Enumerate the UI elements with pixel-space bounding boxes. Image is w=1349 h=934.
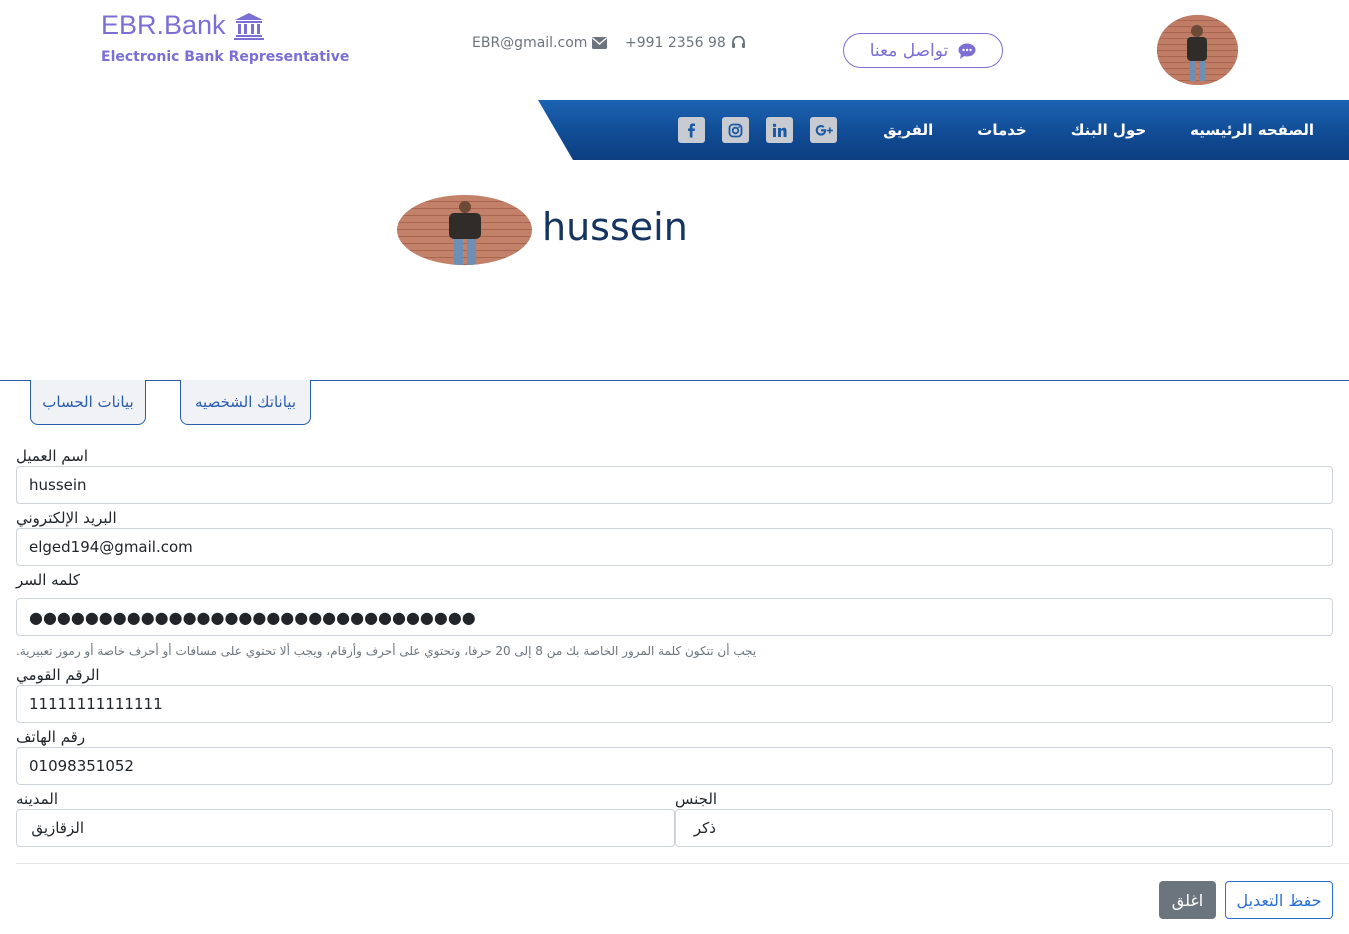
nav-item-home[interactable]: الصفحه الرئيسيه bbox=[1190, 121, 1314, 139]
email-input[interactable]: elged194@gmail.com bbox=[16, 528, 1333, 566]
contact-us-label: تواصل معنا bbox=[869, 40, 949, 61]
form-footer-divider bbox=[16, 863, 1349, 864]
profile-name: hussein bbox=[542, 205, 688, 249]
city-label: المدينه bbox=[16, 790, 59, 808]
city-select[interactable]: الزقازيق bbox=[16, 809, 675, 847]
tab-personal-data[interactable]: بياناتك الشخصيه bbox=[180, 380, 311, 425]
city-select-value: الزقازيق bbox=[31, 819, 84, 837]
nav-item-about[interactable]: حول البنك bbox=[1071, 121, 1146, 139]
nav-item-team[interactable]: الفريق bbox=[883, 121, 933, 139]
brand-subtitle: Electronic Bank Representative bbox=[101, 49, 350, 65]
linkedin-icon[interactable] bbox=[766, 117, 793, 143]
user-avatar[interactable] bbox=[1157, 15, 1238, 85]
gender-label: الجنس bbox=[675, 790, 718, 808]
save-changes-button[interactable]: حفظ التعديل bbox=[1225, 881, 1333, 919]
password-label: كلمه السر bbox=[16, 571, 80, 589]
brand-name: EBR.Bank bbox=[101, 10, 226, 40]
profile-photo bbox=[397, 195, 532, 265]
contact-us-button[interactable]: تواصل معنا bbox=[843, 33, 1003, 68]
customer-name-label: اسم العميل bbox=[16, 447, 89, 465]
brand-name-row: EBR.Bank bbox=[101, 10, 349, 41]
header-email-text: EBR@gmail.com bbox=[472, 35, 588, 51]
tab-account-data[interactable]: بيانات الحساب bbox=[30, 380, 146, 425]
google-plus-icon[interactable] bbox=[810, 117, 837, 143]
gender-select-value: ذكر bbox=[693, 819, 716, 837]
customer-name-input[interactable]: hussein bbox=[16, 466, 1333, 504]
headset-icon bbox=[731, 36, 745, 48]
bank-icon bbox=[233, 12, 264, 40]
gender-select[interactable]: ذكر bbox=[675, 809, 1333, 847]
phone-input[interactable]: 01098351052 bbox=[16, 747, 1333, 785]
header-email[interactable]: EBR@gmail.com bbox=[472, 35, 608, 51]
chat-bubble-icon bbox=[958, 43, 976, 59]
social-links bbox=[678, 117, 837, 143]
national-id-input[interactable]: 11111111111111 bbox=[16, 685, 1333, 723]
envelope-icon bbox=[592, 37, 608, 49]
profile-avatar bbox=[397, 195, 532, 265]
brand-logo[interactable]: EBR.Bank Electronic Bank Representative bbox=[101, 10, 349, 65]
header-phone-text: +991 2356 98 bbox=[625, 35, 726, 51]
nav-menu: الصفحه الرئيسيه حول البنك خدمات الفريق bbox=[839, 100, 1314, 160]
instagram-icon[interactable] bbox=[722, 117, 749, 143]
main-navbar: الصفحه الرئيسيه حول البنك خدمات الفريق bbox=[538, 100, 1349, 160]
close-button[interactable]: اغلق bbox=[1159, 881, 1216, 919]
phone-label: رقم الهاتف bbox=[16, 728, 86, 746]
national-id-label: الرقم القومي bbox=[16, 666, 100, 684]
password-input[interactable]: ●●●●●●●●●●●●●●●●●●●●●●●●●●●●●●●● bbox=[16, 598, 1333, 636]
nav-item-services[interactable]: خدمات bbox=[977, 121, 1026, 139]
password-help-text: يجب أن تتكون كلمة المرور الخاصة بك من 8 … bbox=[16, 644, 757, 658]
header-phone[interactable]: +991 2356 98 bbox=[625, 35, 746, 51]
avatar-photo bbox=[1157, 15, 1238, 85]
email-label: البريد الإلكتروني bbox=[16, 509, 117, 527]
facebook-icon[interactable] bbox=[678, 117, 705, 143]
